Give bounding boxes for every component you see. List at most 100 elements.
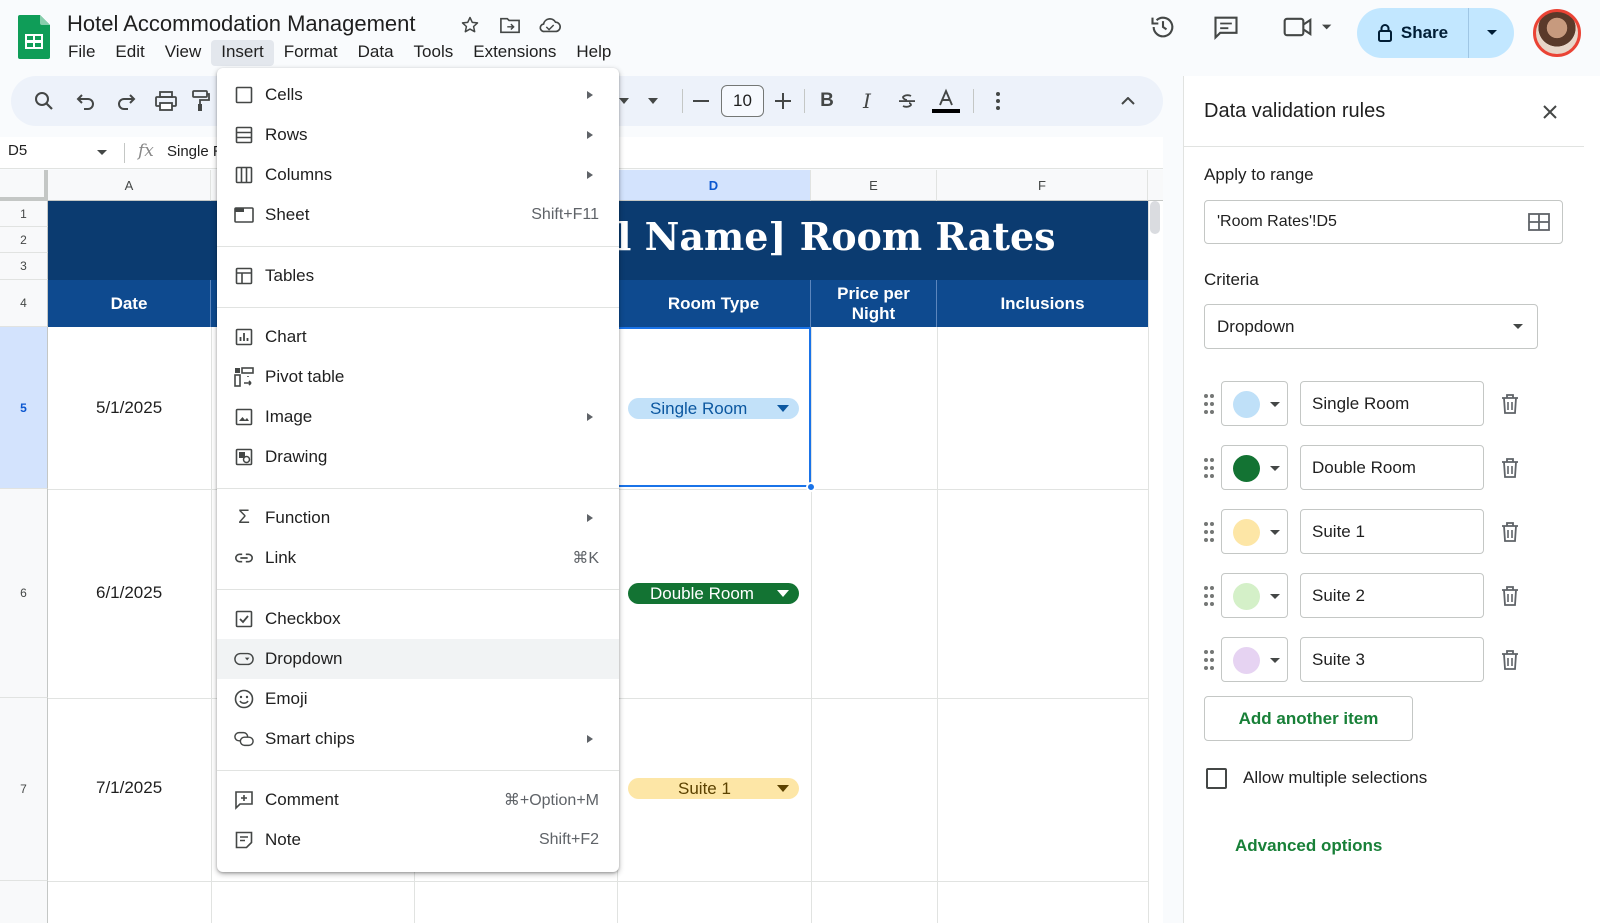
- font-size-input[interactable]: 10: [721, 85, 764, 117]
- row-header-1[interactable]: 1: [0, 201, 48, 227]
- menu-item-note[interactable]: Note Shift+F2: [217, 820, 619, 860]
- color-picker-button[interactable]: [1221, 573, 1288, 618]
- menu-format[interactable]: Format: [274, 40, 348, 66]
- option-input[interactable]: Suite 1: [1300, 509, 1484, 554]
- column-header-d[interactable]: D: [617, 170, 811, 201]
- select-range-grid-icon[interactable]: [1528, 213, 1550, 236]
- row-header-7[interactable]: 7: [0, 698, 48, 881]
- formula-input[interactable]: Single R: [167, 143, 224, 160]
- row-header-4[interactable]: 4: [0, 280, 48, 327]
- menu-item-link[interactable]: Link ⌘K: [217, 538, 619, 578]
- font-size-decrease-icon[interactable]: [686, 86, 716, 116]
- name-box-caret-icon[interactable]: [97, 150, 107, 155]
- column-header-f[interactable]: F: [937, 170, 1148, 201]
- menu-item-tables[interactable]: Tables: [217, 256, 619, 296]
- trash-icon[interactable]: [1498, 520, 1522, 544]
- menu-item-rows[interactable]: Rows: [217, 115, 619, 155]
- vertical-scrollbar[interactable]: [1150, 201, 1160, 234]
- menu-item-drawing[interactable]: Drawing: [217, 437, 619, 477]
- bold-icon[interactable]: B: [812, 86, 842, 116]
- menu-view[interactable]: View: [155, 40, 212, 66]
- option-input[interactable]: Single Room: [1300, 381, 1484, 426]
- menu-item-pivot-table[interactable]: Pivot table: [217, 357, 619, 397]
- menu-item-emoji[interactable]: Emoji: [217, 679, 619, 719]
- allow-multiple-checkbox[interactable]: [1206, 768, 1227, 789]
- menu-item-checkbox[interactable]: Checkbox: [217, 599, 619, 639]
- trash-icon[interactable]: [1498, 648, 1522, 672]
- search-icon[interactable]: [29, 86, 59, 116]
- more-icon[interactable]: [983, 86, 1013, 116]
- row-header-8[interactable]: [0, 881, 48, 923]
- menu-item-function[interactable]: Σ Function: [217, 498, 619, 538]
- collapse-icon[interactable]: [1113, 86, 1143, 116]
- option-input[interactable]: Double Room: [1300, 445, 1484, 490]
- add-another-item-button[interactable]: Add another item: [1204, 696, 1413, 741]
- document-title[interactable]: Hotel Accommodation Management: [67, 11, 416, 37]
- menu-item-smart-chips[interactable]: Smart chips: [217, 719, 619, 759]
- menu-edit[interactable]: Edit: [105, 40, 154, 66]
- range-input[interactable]: 'Room Rates'!D5: [1204, 200, 1563, 244]
- trash-icon[interactable]: [1498, 584, 1522, 608]
- criteria-select[interactable]: Dropdown: [1204, 304, 1538, 349]
- menu-item-columns[interactable]: Columns: [217, 155, 619, 195]
- drag-handle-icon[interactable]: [1204, 649, 1214, 671]
- cell-a6[interactable]: 6/1/2025: [96, 583, 162, 603]
- menu-extensions[interactable]: Extensions: [463, 40, 566, 66]
- menu-file[interactable]: File: [58, 40, 105, 66]
- column-header-e[interactable]: E: [811, 170, 937, 201]
- font-size-increase-icon[interactable]: [768, 86, 798, 116]
- print-icon[interactable]: [151, 86, 181, 116]
- option-input[interactable]: Suite 3: [1300, 637, 1484, 682]
- move-to-folder-icon[interactable]: [496, 12, 524, 38]
- menu-tools[interactable]: Tools: [404, 40, 464, 66]
- dropdown-chip-double-room[interactable]: Double Room: [628, 583, 799, 604]
- close-icon[interactable]: [1536, 98, 1564, 126]
- cell-a5[interactable]: 5/1/2025: [96, 398, 162, 418]
- row-header-6[interactable]: 6: [0, 489, 48, 698]
- row-header-5[interactable]: 5: [0, 327, 48, 489]
- row-header-3[interactable]: 3: [0, 253, 48, 280]
- share-button[interactable]: Share: [1357, 8, 1469, 58]
- menu-item-cells[interactable]: Cells: [217, 75, 619, 115]
- name-box[interactable]: D5: [8, 142, 27, 159]
- menu-item-comment[interactable]: Comment ⌘+Option+M: [217, 780, 619, 820]
- color-picker-button[interactable]: [1221, 509, 1288, 554]
- option-input[interactable]: Suite 2: [1300, 573, 1484, 618]
- header-room-type[interactable]: Room Type: [617, 280, 811, 327]
- redo-icon[interactable]: [111, 86, 141, 116]
- color-picker-button[interactable]: [1221, 381, 1288, 426]
- drag-handle-icon[interactable]: [1204, 457, 1214, 479]
- selected-cell-d5[interactable]: [617, 327, 811, 487]
- meet-icon[interactable]: [1278, 10, 1338, 44]
- italic-icon[interactable]: I: [852, 86, 882, 116]
- row-header-2[interactable]: 2: [0, 227, 48, 253]
- sheets-logo-icon[interactable]: [18, 15, 50, 59]
- share-dropdown-button[interactable]: [1469, 8, 1514, 58]
- version-history-icon[interactable]: [1146, 10, 1180, 44]
- drag-handle-icon[interactable]: [1204, 521, 1214, 543]
- menu-data[interactable]: Data: [348, 40, 404, 66]
- fill-handle[interactable]: [806, 482, 816, 492]
- dropdown-chip-suite-1[interactable]: Suite 1: [628, 778, 799, 799]
- header-inclusions[interactable]: Inclusions: [937, 280, 1148, 327]
- color-picker-button[interactable]: [1221, 637, 1288, 682]
- advanced-options-link[interactable]: Advanced options: [1235, 836, 1382, 856]
- drag-handle-icon[interactable]: [1204, 585, 1214, 607]
- menu-item-dropdown[interactable]: Dropdown: [217, 639, 619, 679]
- star-icon[interactable]: [456, 12, 484, 38]
- trash-icon[interactable]: [1498, 392, 1522, 416]
- undo-icon[interactable]: [71, 86, 101, 116]
- cloud-saved-icon[interactable]: [536, 12, 564, 38]
- menu-insert[interactable]: Insert: [211, 40, 274, 66]
- menu-help[interactable]: Help: [566, 40, 621, 66]
- text-color-icon[interactable]: [931, 86, 961, 116]
- column-header-a[interactable]: A: [48, 170, 211, 201]
- menu-item-image[interactable]: Image: [217, 397, 619, 437]
- cell-a7[interactable]: 7/1/2025: [96, 778, 162, 798]
- paint-format-icon[interactable]: [191, 86, 211, 116]
- header-price-per-night[interactable]: Price per Night: [811, 280, 937, 327]
- menu-item-sheet[interactable]: Sheet Shift+F11: [217, 195, 619, 235]
- strikethrough-icon[interactable]: [892, 86, 922, 116]
- comments-icon[interactable]: [1209, 10, 1243, 44]
- font-dropdown-caret-icon[interactable]: [638, 86, 668, 116]
